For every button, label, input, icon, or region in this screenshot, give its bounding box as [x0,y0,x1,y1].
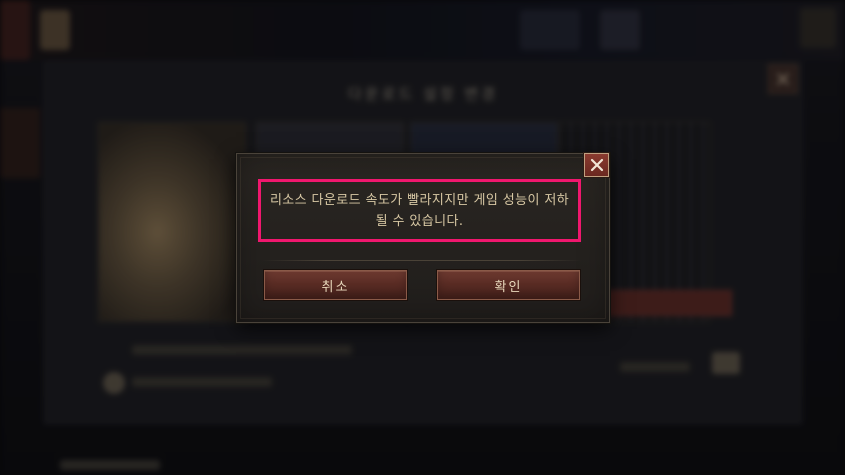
game-screen: 다운로드 설정 변경 × 리소스 다운로드 속도가 빨라지지만 게임 성능이 저… [0,0,845,475]
confirm-button-label: 확인 [494,279,523,295]
confirm-button[interactable]: 확인 [437,270,580,300]
cancel-button-label: 취소 [321,279,350,295]
dialog-message: 리소스 다운로드 속도가 빨라지지만 게임 성능이 저하될 수 있습니다. [269,192,570,229]
cancel-button[interactable]: 취소 [264,270,407,300]
close-icon [590,158,603,172]
dialog-divider [262,260,582,261]
close-button[interactable] [584,153,609,177]
